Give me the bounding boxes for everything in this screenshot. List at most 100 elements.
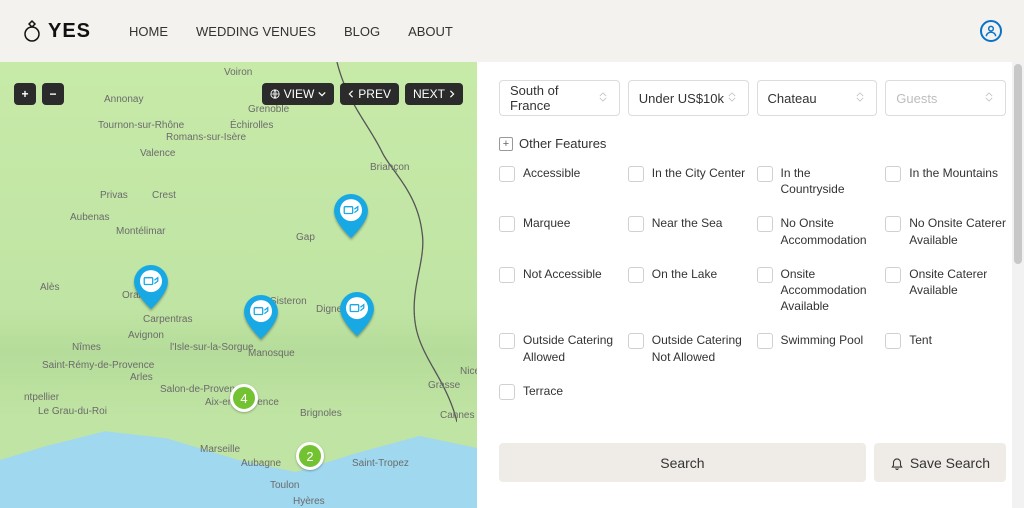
feature-label: Tent [909, 332, 932, 348]
user-account-icon[interactable] [980, 20, 1002, 42]
checkbox-icon [499, 216, 515, 232]
header: YES HOME WEDDING VENUES BLOG ABOUT [0, 0, 1024, 62]
scrollbar-thumb[interactable] [1014, 64, 1022, 264]
feature-label: Swimming Pool [781, 332, 864, 348]
feature-label: Terrace [523, 383, 563, 399]
budget-value: Under US$10k [639, 91, 724, 106]
checkbox-icon [628, 216, 644, 232]
feature-label: Accessible [523, 165, 580, 181]
feature-checkbox[interactable]: Outside Catering Allowed [499, 332, 620, 364]
logo[interactable]: YES [20, 19, 91, 43]
nav-blog[interactable]: BLOG [344, 24, 380, 39]
checkbox-icon [757, 267, 773, 283]
map-pin[interactable] [334, 194, 368, 238]
map-place-label: Nice [460, 366, 477, 377]
nav-wedding-venues[interactable]: WEDDING VENUES [196, 24, 316, 39]
chevron-left-icon [348, 90, 354, 98]
sort-icon [854, 92, 866, 104]
checkbox-icon [499, 166, 515, 182]
feature-checkbox[interactable]: Swimming Pool [757, 332, 878, 364]
prev-label: PREV [358, 87, 391, 101]
map[interactable]: VoironAnnonayGrenobleTournon-sur-RhôneÉc… [0, 62, 477, 508]
map-pin[interactable] [134, 265, 168, 309]
map-cluster[interactable]: 2 [296, 442, 324, 470]
feature-checkbox[interactable]: Accessible [499, 165, 620, 197]
map-place-label: Annonay [104, 94, 143, 105]
plus-icon: + [499, 137, 513, 151]
map-place-label: Alès [40, 282, 59, 293]
feature-label: On the Lake [652, 266, 717, 282]
checkbox-icon [757, 216, 773, 232]
next-button[interactable]: NEXT [405, 83, 463, 105]
features-grid: Accessible In the City CenterIn the Count… [499, 165, 1006, 400]
filters-panel: South of France Under US$10k Chateau Gue… [477, 62, 1024, 508]
feature-label: Not Accessible [523, 266, 602, 282]
nav-about[interactable]: ABOUT [408, 24, 453, 39]
checkbox-icon [628, 166, 644, 182]
view-button[interactable]: VIEW [262, 83, 335, 105]
map-place-label: Avignon [128, 330, 164, 341]
map-place-label: Le Grau-du-Roi [38, 406, 107, 417]
feature-label: In the Mountains [909, 165, 998, 181]
feature-checkbox[interactable]: Onsite Accommodation Available [757, 266, 878, 315]
guests-select[interactable]: Guests [885, 80, 1006, 116]
map-place-label: Montélimar [116, 226, 165, 237]
zoom-out-button[interactable]: − [42, 83, 64, 105]
feature-label: No Onsite Caterer Available [909, 215, 1006, 247]
feature-checkbox[interactable]: Outside Catering Not Allowed [628, 332, 749, 364]
scrollbar-track[interactable] [1012, 62, 1024, 508]
map-place-label: Aubenas [70, 212, 109, 223]
ring-icon [20, 19, 44, 43]
checkbox-icon [885, 333, 901, 349]
feature-label: Outside Catering Not Allowed [652, 332, 749, 364]
other-features-toggle[interactable]: + Other Features [499, 136, 1006, 151]
sort-icon [726, 92, 738, 104]
map-place-label: Nîmes [72, 342, 101, 353]
feature-label: Onsite Caterer Available [909, 266, 1006, 298]
feature-checkbox[interactable]: In the Countryside [757, 165, 878, 197]
zoom-controls: + − [14, 83, 64, 105]
checkbox-icon [757, 166, 773, 182]
other-features-label: Other Features [519, 136, 606, 151]
checkbox-icon [499, 333, 515, 349]
feature-checkbox[interactable]: Tent [885, 332, 1006, 364]
next-label: NEXT [413, 87, 445, 101]
feature-checkbox[interactable]: In the City Center [628, 165, 749, 197]
feature-checkbox[interactable]: Near the Sea [628, 215, 749, 247]
map-cluster[interactable]: 4 [230, 384, 258, 412]
feature-checkbox[interactable]: Terrace [499, 383, 620, 400]
map-place-label: Saint-Rémy-de-Provence [42, 360, 154, 371]
feature-checkbox[interactable]: Not Accessible [499, 266, 620, 315]
sort-icon [597, 92, 608, 104]
feature-checkbox[interactable]: In the Mountains [885, 165, 1006, 197]
map-place-label: Crest [152, 190, 176, 201]
feature-checkbox[interactable]: On the Lake [628, 266, 749, 315]
map-border [217, 62, 457, 508]
map-pin[interactable] [244, 295, 278, 339]
guests-placeholder: Guests [896, 91, 937, 106]
map-place-label: Valence [140, 148, 175, 159]
checkbox-icon [628, 333, 644, 349]
save-search-button[interactable]: Save Search [874, 443, 1006, 482]
location-select[interactable]: South of France [499, 80, 620, 116]
zoom-in-button[interactable]: + [14, 83, 36, 105]
budget-select[interactable]: Under US$10k [628, 80, 749, 116]
view-label: VIEW [284, 87, 315, 101]
search-button[interactable]: Search [499, 443, 866, 482]
prev-button[interactable]: PREV [340, 83, 399, 105]
feature-checkbox[interactable]: No Onsite Caterer Available [885, 215, 1006, 247]
location-value: South of France [510, 83, 597, 113]
nav-home[interactable]: HOME [129, 24, 168, 39]
map-place-label: Arles [130, 372, 153, 383]
map-pin[interactable] [340, 292, 374, 336]
feature-checkbox[interactable]: Onsite Caterer Available [885, 266, 1006, 315]
feature-label: Marquee [523, 215, 570, 231]
main-nav: HOME WEDDING VENUES BLOG ABOUT [129, 24, 453, 39]
feature-checkbox[interactable]: No Onsite Accommodation [757, 215, 878, 247]
checkbox-icon [757, 333, 773, 349]
chevron-right-icon [449, 90, 455, 98]
checkbox-icon [628, 267, 644, 283]
type-select[interactable]: Chateau [757, 80, 878, 116]
feature-checkbox[interactable]: Marquee [499, 215, 620, 247]
feature-label: Onsite Accommodation Available [781, 266, 878, 315]
